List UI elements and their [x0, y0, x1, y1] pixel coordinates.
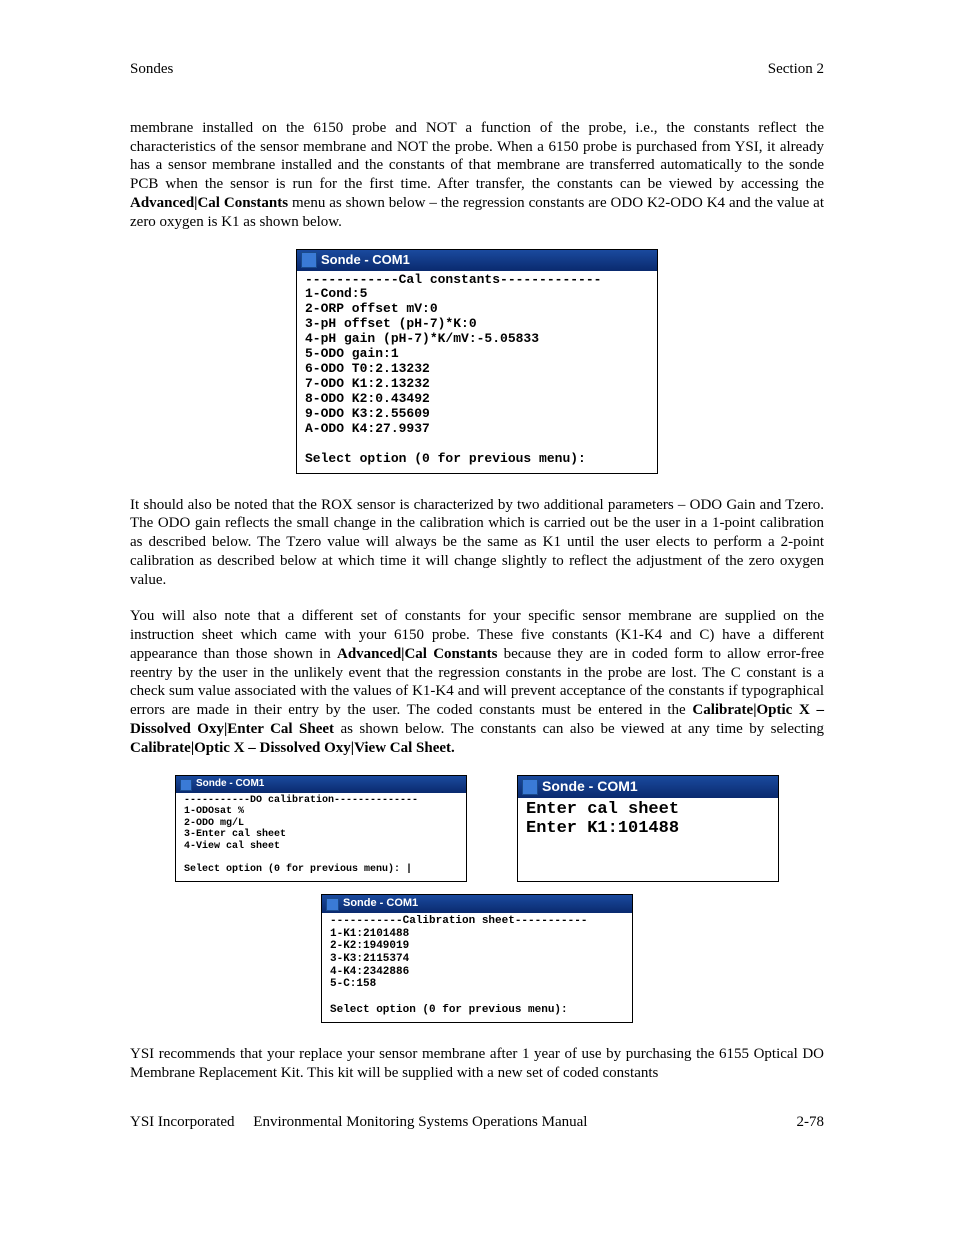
terminal-title: Sonde - COM1 [196, 778, 264, 791]
terminal-titlebar: Sonde - COM1 [518, 776, 778, 798]
footer-left: YSI Incorporated Environmental Monitorin… [130, 1113, 587, 1132]
terminal-title: Sonde - COM1 [343, 897, 418, 911]
screenshot-row-1: Sonde - COM1 -----------DO calibration--… [130, 775, 824, 882]
para3-text-f: Calibrate|Optic X – Dissolved Oxy|View C… [130, 740, 455, 756]
para3-text-b: Advanced|Cal Constants [337, 646, 497, 662]
terminal-enter-cal-sheet: Sonde - COM1 Enter cal sheet Enter K1:10… [517, 775, 779, 882]
terminal-titlebar: Sonde - COM1 [322, 895, 632, 913]
app-icon [180, 779, 192, 791]
para3-text-e: as shown below. The constants can also b… [334, 721, 824, 737]
para1-text-b: Advanced|Cal Constants [130, 195, 288, 211]
terminal-titlebar: Sonde - COM1 [297, 250, 657, 270]
app-icon [522, 779, 538, 795]
terminal-calibration-sheet: Sonde - COM1 -----------Calibration shee… [321, 894, 633, 1023]
header-right: Section 2 [768, 60, 824, 79]
paragraph-1: membrane installed on the 6150 probe and… [130, 119, 824, 232]
terminal-body: -----------DO calibration-------------- … [176, 793, 466, 882]
paragraph-3: You will also note that a different set … [130, 607, 824, 757]
terminal-cal-constants: Sonde - COM1 ------------Cal constants--… [296, 249, 658, 473]
footer-manual-title: Environmental Monitoring Systems Operati… [253, 1114, 587, 1130]
terminal-body: -----------Calibration sheet----------- … [322, 913, 632, 1022]
paragraph-2: It should also be noted that the ROX sen… [130, 496, 824, 590]
app-icon [301, 252, 317, 268]
terminal-do-calibration: Sonde - COM1 -----------DO calibration--… [175, 775, 467, 882]
terminal-titlebar: Sonde - COM1 [176, 776, 466, 793]
para1-text-a: membrane installed on the 6150 probe and… [130, 120, 824, 192]
footer-company: YSI Incorporated [130, 1114, 235, 1130]
header-left: Sondes [130, 60, 173, 79]
page-header: Sondes Section 2 [130, 60, 824, 79]
paragraph-4: YSI recommends that your replace your se… [130, 1045, 824, 1083]
terminal-title: Sonde - COM1 [542, 778, 638, 796]
app-icon [326, 898, 339, 911]
footer-page-number: 2-78 [797, 1113, 825, 1132]
terminal-body: ------------Cal constants------------- 1… [297, 271, 657, 473]
page-footer: YSI Incorporated Environmental Monitorin… [130, 1113, 824, 1132]
terminal-body: Enter cal sheet Enter K1:101488 [518, 798, 778, 865]
terminal-title: Sonde - COM1 [321, 252, 410, 268]
